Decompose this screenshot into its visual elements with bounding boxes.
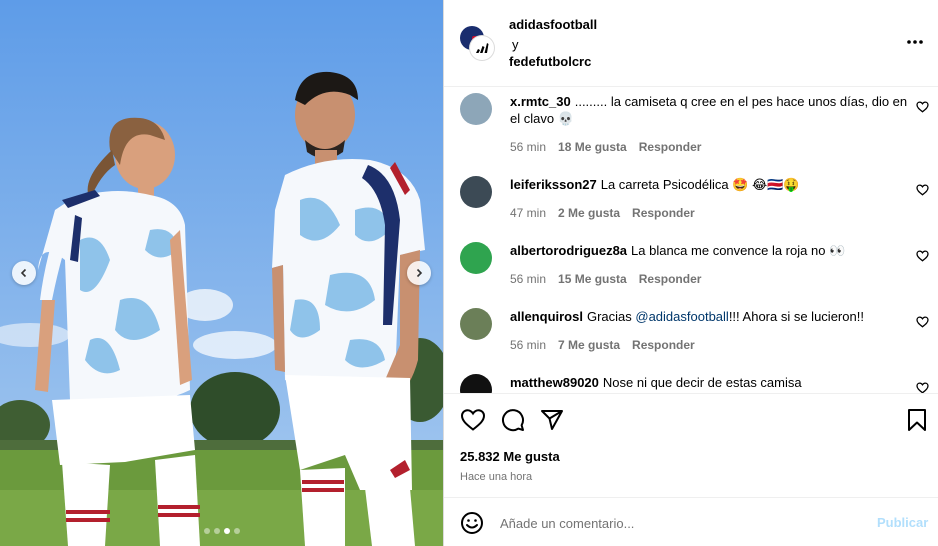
comment-avatar[interactable] [460, 374, 492, 393]
comment-text: matthew89020 Nose ni que decir de estas c… [510, 374, 910, 391]
carousel-dot [203, 528, 210, 534]
comment-like-button[interactable] [916, 250, 929, 265]
comment-composer: Publicar [444, 497, 938, 546]
comment-body: Gracias [586, 309, 636, 324]
comment-username[interactable]: x.rmtc_30 [510, 94, 571, 109]
heart-icon [916, 382, 929, 393]
comment-username[interactable]: leiferiksson27 [510, 177, 597, 192]
comment-avatar[interactable] [460, 242, 492, 274]
comment-time[interactable]: 56 min [510, 272, 546, 286]
heart-icon [916, 250, 929, 262]
post-sidebar: adidasfootball y fedefutbolcrc x.rmtc_30… [443, 0, 938, 546]
comment-list[interactable]: x.rmtc_30......... la camiseta q cree en… [444, 88, 938, 393]
comment-body: La carreta Psicodélica 🤩 😂🇨🇷🤑 [600, 177, 800, 192]
heart-icon [460, 409, 486, 431]
comment-time[interactable]: 56 min [510, 140, 546, 154]
adidas-logo-icon [476, 43, 489, 53]
carousel-next-button[interactable] [407, 261, 431, 285]
share-button[interactable] [540, 408, 564, 435]
comment-like-count[interactable]: 15 Me gusta [558, 272, 627, 286]
comment-like-button[interactable] [916, 101, 929, 116]
comment-text: leiferiksson27 La carreta Psicodélica 🤩 😂… [510, 176, 910, 193]
post-media [0, 0, 443, 546]
comment-text: albertorodriguez8a La blanca me convence … [510, 242, 910, 259]
comment-reply-button[interactable]: Responder [632, 206, 695, 220]
comment-body: La blanca me convence la roja no 👀 [631, 243, 846, 258]
comment-reply-button[interactable]: Responder [632, 338, 695, 352]
comment-like-button[interactable] [916, 382, 929, 393]
comment-meta: 56 min 18 Me gusta Responder [510, 140, 701, 154]
comment-meta: 56 min 7 Me gusta Responder [510, 338, 695, 352]
more-horizontal-icon [907, 40, 923, 44]
comment-reply-button[interactable]: Responder [639, 272, 702, 286]
bookmark-icon [908, 409, 926, 431]
author-username[interactable]: adidasfootball [509, 17, 597, 32]
carousel-prev-button[interactable] [12, 261, 36, 285]
comment-meta: 47 min 2 Me gusta Responder [510, 206, 695, 220]
comment-like-button[interactable] [916, 316, 929, 331]
chevron-left-icon [20, 268, 27, 278]
comment-time[interactable]: 56 min [510, 338, 546, 352]
comment-mention-link[interactable]: @adidasfootball [635, 309, 728, 324]
post-actions: 25.832 Me gusta Hace una hora [444, 393, 938, 497]
comment-button[interactable] [501, 408, 525, 435]
comment-like-count[interactable]: 2 Me gusta [558, 206, 620, 220]
author-separator: y [512, 37, 519, 52]
comment-text: allenquirosl Gracias @adidasfootball!!! A… [510, 308, 910, 325]
comment-bubble-icon [502, 409, 524, 432]
smiley-icon [461, 512, 483, 534]
carousel-dot [233, 528, 240, 534]
comment-username[interactable]: matthew89020 [510, 375, 599, 390]
coauthor-username[interactable]: fedefutbolcrc [509, 54, 591, 69]
carousel-dot [213, 528, 220, 534]
like-button[interactable] [460, 408, 486, 435]
post-comment-button[interactable]: Publicar [877, 515, 928, 530]
comment-reply-button[interactable]: Responder [639, 140, 702, 154]
heart-icon [916, 316, 929, 328]
comment-meta: 56 min 15 Me gusta Responder [510, 272, 701, 286]
heart-icon [916, 184, 929, 196]
comment-username[interactable]: albertorodriguez8a [510, 243, 627, 258]
avatar-adidasfootball [470, 36, 494, 60]
chevron-right-icon [416, 268, 423, 278]
comment-input[interactable] [500, 510, 860, 536]
comment-avatar[interactable] [460, 176, 492, 208]
carousel-indicator [0, 528, 443, 534]
comment-body: !!! Ahora si se lucieron!! [728, 309, 864, 324]
post-photo [0, 0, 443, 546]
comment-like-count[interactable]: 18 Me gusta [558, 140, 627, 154]
comment-time[interactable]: 47 min [510, 206, 546, 220]
comment-like-button[interactable] [916, 184, 929, 199]
save-button[interactable] [907, 408, 927, 435]
more-options-button[interactable] [906, 33, 924, 48]
comment-avatar[interactable] [460, 308, 492, 340]
carousel-dot [223, 528, 230, 534]
comment-like-count[interactable]: 7 Me gusta [558, 338, 620, 352]
like-count[interactable]: 25.832 Me gusta [460, 449, 560, 464]
post-header: adidasfootball y fedefutbolcrc [444, 0, 938, 87]
emoji-button[interactable] [460, 511, 484, 538]
heart-icon [916, 101, 929, 113]
paper-plane-icon [541, 410, 563, 430]
comment-avatar[interactable] [460, 93, 492, 125]
comment-body: Nose ni que decir de estas camisa [602, 375, 802, 390]
comment-text: x.rmtc_30......... la camiseta q cree en… [510, 93, 910, 127]
comment-username[interactable]: allenquirosl [510, 309, 583, 324]
collab-avatars[interactable] [460, 26, 494, 60]
post-time[interactable]: Hace una hora [460, 471, 532, 483]
